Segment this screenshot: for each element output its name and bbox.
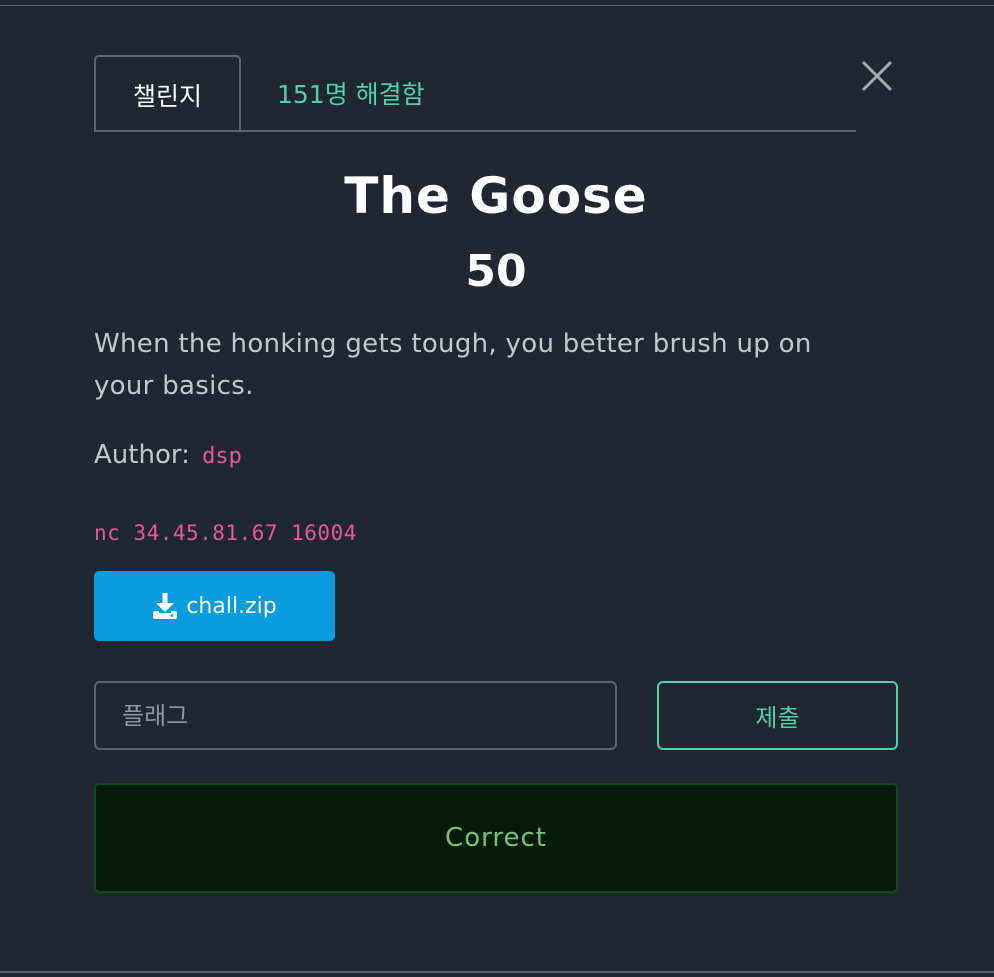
challenge-title: The Goose [344,167,648,225]
modal-top-border [0,5,994,6]
submit-button[interactable]: 제출 [657,681,898,750]
download-label: chall.zip [186,593,277,619]
flag-input[interactable] [94,681,617,750]
modal-bottom-border [0,971,994,973]
tab-solves[interactable]: 151명 해결함 [277,55,425,130]
download-button[interactable]: chall.zip [94,571,335,641]
result-message: Correct [94,783,898,893]
author-label: Author: [94,440,190,470]
author-name: dsp [202,444,242,469]
tab-challenge[interactable]: 챌린지 [94,55,241,132]
download-icon [153,593,178,619]
challenge-description: When the honking gets tough, you better … [94,329,812,401]
close-button[interactable] [859,58,895,94]
challenge-tabs: 챌린지 151명 해결함 [94,55,856,132]
connection-info: nc 34.45.81.67 16004 [94,521,357,545]
close-icon [862,61,892,91]
tabs-divider [94,130,856,132]
challenge-points: 50 [465,246,527,297]
author-line: Author: dsp [94,440,242,470]
